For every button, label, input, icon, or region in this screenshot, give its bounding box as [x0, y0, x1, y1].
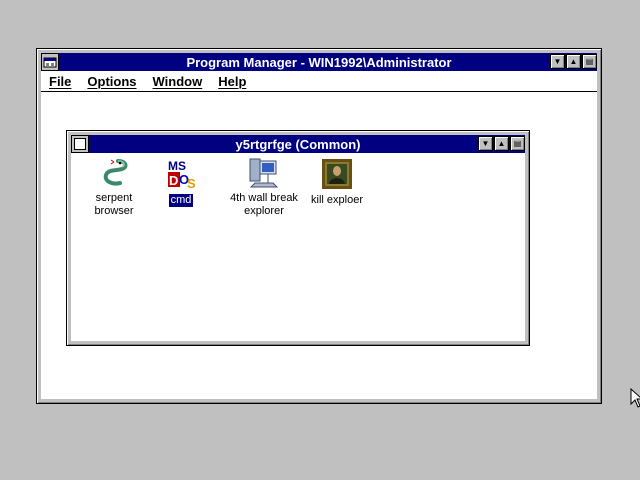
- group-minimize-button[interactable]: ▼: [478, 136, 493, 151]
- program-item-label: 4th wall break: [230, 192, 298, 204]
- group-restore-button[interactable]: ▤: [510, 136, 525, 151]
- restore-button[interactable]: ▤: [582, 54, 597, 69]
- menu-bar: File Options Window Help: [41, 71, 597, 92]
- system-menu-icon[interactable]: [41, 53, 59, 71]
- minimize-glyph: ▼: [553, 57, 562, 66]
- group-titlebar[interactable]: y5rtgrfge (Common): [71, 135, 525, 153]
- maximize-glyph: ▲: [569, 57, 578, 66]
- svg-text:D: D: [169, 173, 178, 188]
- program-item-label: explorer: [244, 205, 284, 217]
- group-system-menu-icon[interactable]: [71, 135, 89, 153]
- ms-dos-icon: MS D O S: [166, 158, 196, 191]
- group-client-area: serpent browser MS D O S cmd 4th wall br…: [71, 153, 525, 341]
- program-item-label: kill exploer: [311, 194, 363, 206]
- program-item-4th-wall-break-explorer[interactable]: 4th wall break explorer: [224, 157, 304, 218]
- restore-glyph: ▤: [585, 57, 594, 66]
- program-manager-icon: [43, 57, 57, 68]
- program-manager-titlebar[interactable]: Program Manager - WIN1992\Administrator: [41, 53, 597, 71]
- group-maximize-button[interactable]: ▲: [494, 136, 509, 151]
- program-item-cmd[interactable]: MS D O S cmd: [141, 157, 221, 207]
- maximize-button[interactable]: ▲: [566, 54, 581, 69]
- program-manager-title: Program Manager - WIN1992\Administrator: [186, 54, 452, 70]
- minimize-button[interactable]: ▼: [550, 54, 565, 69]
- svg-text:MS: MS: [168, 159, 186, 173]
- program-item-label: browser: [94, 205, 134, 217]
- group-minimize-glyph: ▼: [481, 139, 490, 148]
- menu-file[interactable]: File: [41, 74, 79, 89]
- program-item-label: cmd: [168, 194, 194, 207]
- computer-network-icon: [249, 158, 279, 188]
- mouse-pointer-icon: [630, 388, 640, 408]
- svg-text:S: S: [187, 176, 196, 191]
- group-window[interactable]: y5rtgrfge (Common) ▼ ▲ ▤ serpent browser…: [66, 130, 530, 346]
- program-item-kill-exploer[interactable]: kill exploer: [297, 157, 377, 207]
- menu-options[interactable]: Options: [79, 74, 144, 89]
- menu-help[interactable]: Help: [210, 74, 254, 89]
- group-restore-glyph: ▤: [513, 139, 522, 148]
- program-item-label: serpent: [95, 192, 133, 204]
- group-maximize-glyph: ▲: [497, 139, 506, 148]
- framed-portrait-icon: [322, 159, 352, 189]
- snake-icon: [103, 159, 128, 186]
- menu-window[interactable]: Window: [145, 74, 211, 89]
- group-title: y5rtgrfge (Common): [235, 136, 361, 152]
